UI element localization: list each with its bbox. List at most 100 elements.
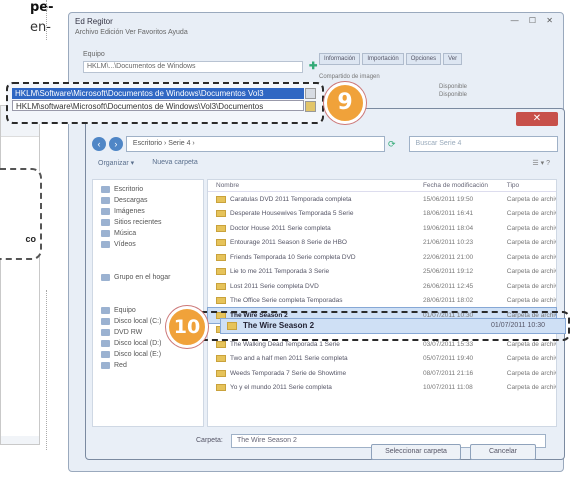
drive-icon <box>101 350 110 358</box>
callout-box-path: HKLM\Software\Microsoft\Documentos de Wi… <box>6 82 324 124</box>
selected-folder-name: The Wire Season 2 <box>243 321 315 330</box>
cell-name: Doctor House 2011 Serie completa <box>230 224 331 232</box>
cell-type: Carpeta de archivos <box>506 340 556 348</box>
organize-button[interactable]: Organizar ▾ <box>98 159 134 173</box>
step-badge-9: 9 <box>324 82 366 124</box>
side-text: Compartido de imagen <box>319 74 380 80</box>
search-input[interactable]: Buscar Serie 4 <box>408 136 559 152</box>
folder-icon <box>101 229 110 237</box>
view-options-button[interactable]: ☰ ▾ ? <box>532 159 558 173</box>
folder-icon <box>216 297 226 305</box>
navigation-bar: ‹ › Escritorio › Serie 4 › ⟳ Buscar Seri… <box>92 135 559 153</box>
side-text-status-1: Disponible <box>439 84 468 90</box>
tab-info[interactable]: Información <box>319 53 361 65</box>
cell-type: Carpeta de archivos <box>506 195 556 203</box>
folder-icon <box>101 207 110 215</box>
side-text-status-2: Disponible <box>439 92 468 98</box>
tab-import[interactable]: Importación <box>362 53 404 65</box>
cell-date: 10/07/2011 11:08 <box>423 384 473 392</box>
add-icon[interactable]: ✚ <box>309 61 317 72</box>
step-badge-10: 10 <box>166 306 208 348</box>
navigation-pane: Escritorio Descargas Imágenes Sitios rec… <box>92 179 204 427</box>
command-bar: Organizar ▾ Nueva carpeta ☰ ▾ ? <box>92 159 558 173</box>
table-row[interactable]: Caratulas DVD 2011 Temporada completa 15/… <box>208 192 556 207</box>
folder-icon[interactable] <box>305 101 316 112</box>
drive-icon <box>101 339 110 347</box>
table-row[interactable]: The Office Serie completa Temporadas 28/0… <box>208 294 556 309</box>
cell-date: 15/06/2011 19:50 <box>423 195 474 203</box>
copy-icon[interactable] <box>305 88 316 99</box>
folder-icon <box>101 196 110 204</box>
path-option[interactable]: HKLM\software\Microsoft\Documentos de Wi… <box>12 100 304 111</box>
table-row[interactable]: Lie to me 2011 Temporada 3 Serie 25/06/20… <box>208 265 556 280</box>
folder-name-label: Carpeta: <box>196 437 223 444</box>
tree-item[interactable]: Imágenes <box>101 206 203 217</box>
tab-options[interactable]: Opciones <box>405 53 442 65</box>
back-button[interactable]: ‹ <box>92 137 106 151</box>
table-row[interactable]: Friends Temporada 10 Serie completa DVD 2… <box>208 250 556 265</box>
file-list: Nombre Fecha de modificación Tipo Caratu… <box>207 179 557 427</box>
callout-box-left: co <box>0 168 42 260</box>
refresh-icon[interactable]: ⟳ <box>388 139 396 150</box>
cell-name: Desperate Housewives Temporada 5 Serie <box>230 210 354 218</box>
selected-folder-row[interactable]: The Wire Season 2 01/07/2011 10:30 <box>220 318 566 334</box>
forward-button[interactable]: › <box>108 137 123 151</box>
column-header-date[interactable]: Fecha de modificación <box>423 182 507 189</box>
selected-folder-date: 01/07/2011 10:30 <box>491 322 545 329</box>
table-row[interactable]: Desperate Housewives Temporada 5 Serie 18… <box>208 207 556 222</box>
cell-type: Carpeta de archivos <box>506 239 556 247</box>
cell-name: Two and a half men 2011 Serie completa <box>230 355 348 363</box>
path-combobox[interactable]: HKLM\...\Documentos de Windows <box>83 61 303 73</box>
folder-icon <box>216 253 226 261</box>
cancel-button[interactable]: Cancelar <box>470 444 536 460</box>
path-option-selected[interactable]: HKLM\Software\Microsoft\Documentos de Wi… <box>12 88 304 99</box>
table-row[interactable]: Weeds Temporada 7 Serie de Showtime 08/07… <box>208 366 556 381</box>
magazine-text-line-1: pe- <box>30 0 54 15</box>
network-icon <box>101 361 110 369</box>
table-row[interactable]: Lost 2011 Serie completa DVD 26/06/2011 1… <box>208 279 556 294</box>
tree-item[interactable]: Sitios recientes <box>101 217 203 228</box>
folder-icon <box>227 322 237 330</box>
folder-icon <box>216 268 226 276</box>
browse-folder-dialog: ✕ ‹ › Escritorio › Serie 4 › ⟳ Buscar Se… <box>85 108 565 460</box>
tab-strip: Información Importación Opciones Ver <box>319 53 463 65</box>
tree-item[interactable]: Música <box>101 228 203 239</box>
tree-item[interactable]: Red <box>101 360 203 371</box>
cell-name: Entourage 2011 Season 8 Serie de HBO <box>230 239 347 247</box>
column-header-type[interactable]: Tipo <box>507 182 556 189</box>
window-controls[interactable]: — ☐ ✕ <box>511 16 557 25</box>
cell-date: 26/06/2011 12:45 <box>423 282 474 290</box>
tab-view[interactable]: Ver <box>443 53 463 65</box>
magazine-text-line-2: en- <box>30 20 51 35</box>
table-row[interactable]: Two and a half men 2011 Serie completa 05… <box>208 352 556 367</box>
tree-item[interactable]: Disco local (E:) <box>101 349 203 360</box>
homegroup-icon <box>101 273 110 281</box>
select-folder-button[interactable]: Seleccionar carpeta <box>371 444 461 460</box>
folder-icon <box>216 210 226 218</box>
column-header-name[interactable]: Nombre <box>216 182 423 189</box>
tree-item[interactable]: Escritorio <box>101 184 203 195</box>
table-row[interactable]: Yo y el mundo 2011 Serie completa 10/07/2… <box>208 381 556 396</box>
cell-name: The Walking Dead Temporada 1 Serie <box>230 340 340 348</box>
table-row[interactable]: Doctor House 2011 Serie completa 19/06/20… <box>208 221 556 236</box>
tree-item[interactable]: Descargas <box>101 195 203 206</box>
address-bar[interactable]: Escritorio › Serie 4 › <box>125 136 385 152</box>
drive-icon <box>101 328 110 336</box>
folder-icon <box>216 369 226 377</box>
folder-icon <box>101 218 110 226</box>
folder-icon <box>101 185 110 193</box>
tree-item[interactable]: Vídeos <box>101 239 203 250</box>
new-folder-button[interactable]: Nueva carpeta <box>152 159 198 173</box>
tree-item[interactable]: Grupo en el hogar <box>101 272 203 283</box>
background-window-left <box>0 105 40 445</box>
folder-icon <box>216 239 226 247</box>
column-divider <box>46 290 47 450</box>
callout-left-text: co <box>25 234 36 244</box>
folder-icon <box>101 240 110 248</box>
menu-bar[interactable]: Archivo Edición Ver Favoritos Ayuda <box>75 29 188 36</box>
table-row[interactable]: Entourage 2011 Season 8 Serie de HBO 21/0… <box>208 236 556 251</box>
cell-date: 25/06/2011 19:12 <box>423 268 474 276</box>
cell-date: 19/06/2011 18:04 <box>423 224 474 232</box>
close-button[interactable]: ✕ <box>516 112 558 126</box>
cell-name: Yo y el mundo 2011 Serie completa <box>230 384 332 392</box>
